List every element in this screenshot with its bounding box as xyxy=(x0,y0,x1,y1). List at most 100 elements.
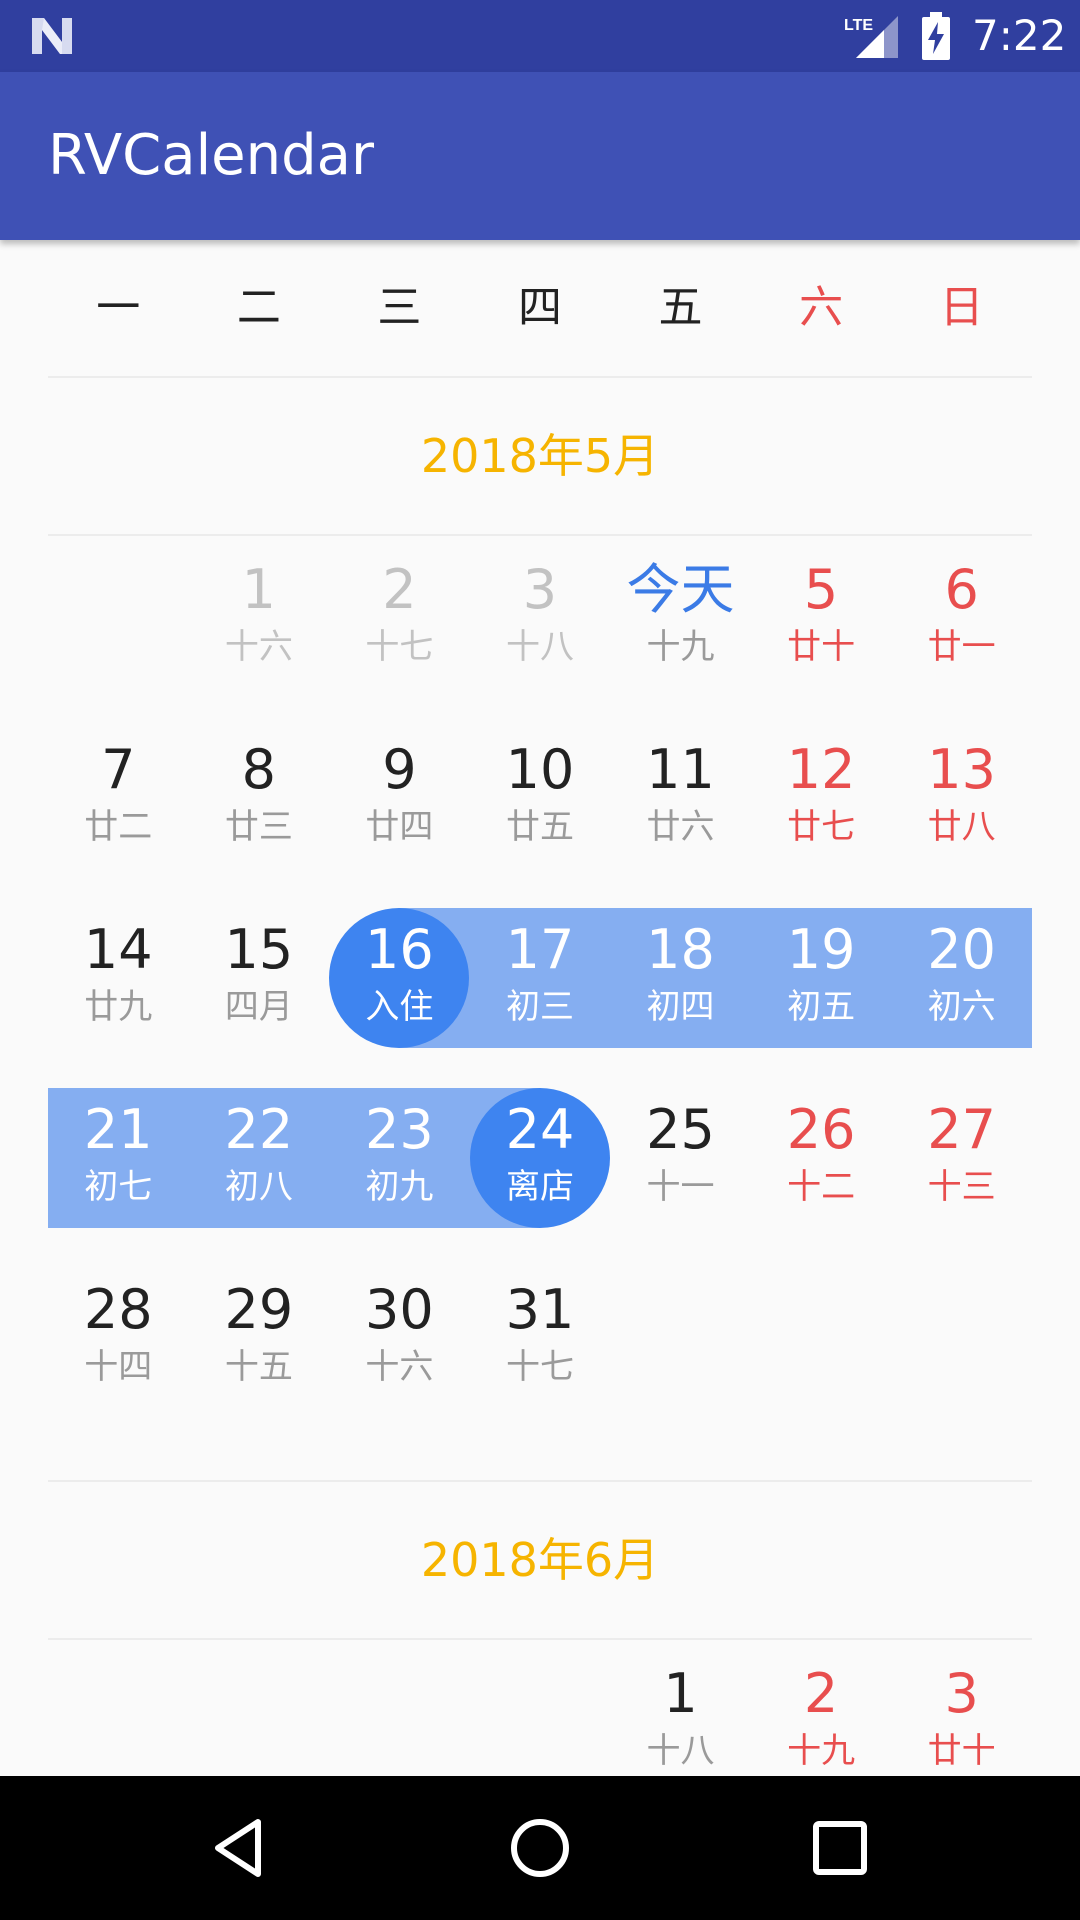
week-row: 28 十四 29 十五 30 十六 31 十七 xyxy=(48,1268,1032,1448)
battery-charging-icon xyxy=(922,12,950,60)
lunar-label: 廿十 xyxy=(787,627,856,667)
empty-cell xyxy=(470,1652,611,1792)
day-cell[interactable]: 9 廿四 xyxy=(329,728,470,868)
empty-cell xyxy=(891,1268,1032,1408)
day-cell[interactable]: 21 初七 xyxy=(48,1088,189,1228)
lunar-label: 十三 xyxy=(927,1167,996,1207)
day-cell[interactable]: 22 初八 xyxy=(189,1088,330,1228)
home-icon[interactable] xyxy=(504,1812,576,1884)
weekday-label: 五 xyxy=(658,282,703,333)
lunar-label: 十九 xyxy=(787,1731,856,1771)
empty-cell xyxy=(751,1268,892,1408)
month-header: 2018年6月 xyxy=(48,1482,1032,1640)
weekday-label: 一 xyxy=(96,282,141,333)
day-number: 10 xyxy=(505,738,575,801)
lunar-label: 廿八 xyxy=(927,807,996,847)
day-number: 22 xyxy=(224,1098,294,1161)
day-cell: 2 十七 xyxy=(329,548,470,688)
day-number: 31 xyxy=(505,1278,575,1341)
weekday-label: 三 xyxy=(377,282,422,333)
day-number: 20 xyxy=(927,918,997,981)
day-cell[interactable]: 11 廿六 xyxy=(610,728,751,868)
day-cell[interactable]: 8 廿三 xyxy=(189,728,330,868)
back-icon[interactable] xyxy=(204,1812,276,1884)
checkout-day-cell[interactable]: 24 离店 xyxy=(469,1088,611,1228)
day-number: 11 xyxy=(646,738,715,801)
day-number: 15 xyxy=(224,918,294,981)
lunar-label: 十八 xyxy=(646,1731,715,1771)
day-cell[interactable]: 2 十九 xyxy=(751,1652,892,1792)
calendar-list[interactable]: 2018年5月 1 十六 2 十七 3 十八 今天 十九 5 廿十 6 廿一 7 廿二 8 廿三 9 廿四 10 廿五 1… xyxy=(48,378,1032,1832)
lunar-label: 十二 xyxy=(787,1167,856,1207)
day-cell[interactable]: 20 初六 xyxy=(891,908,1032,1048)
lunar-label: 十六 xyxy=(224,627,293,667)
day-cell[interactable]: 13 廿八 xyxy=(891,728,1032,868)
lunar-label: 廿七 xyxy=(787,807,856,847)
lunar-label: 十八 xyxy=(505,627,574,667)
status-bar: LTE 7:22 xyxy=(0,0,1080,72)
day-number: 24 xyxy=(505,1098,575,1161)
day-number: 7 xyxy=(101,738,136,801)
day-cell[interactable]: 26 十二 xyxy=(751,1088,892,1228)
day-cell[interactable]: 31 十七 xyxy=(470,1268,611,1408)
day-cell[interactable]: 23 初九 xyxy=(329,1088,470,1228)
lunar-label: 初六 xyxy=(927,987,996,1027)
empty-cell xyxy=(610,1268,751,1408)
lunar-label: 廿二 xyxy=(84,807,153,847)
day-cell[interactable]: 25 十一 xyxy=(610,1088,751,1228)
navigation-bar xyxy=(0,1776,1080,1920)
day-cell[interactable]: 17 初三 xyxy=(470,908,611,1048)
day-cell[interactable]: 27 十三 xyxy=(891,1088,1032,1228)
lunar-label: 廿四 xyxy=(365,807,434,847)
lte-signal-icon: LTE xyxy=(844,16,898,58)
day-cell[interactable]: 6 廿一 xyxy=(891,548,1032,688)
empty-cell xyxy=(189,1652,330,1792)
day-cell[interactable]: 12 廿七 xyxy=(751,728,892,868)
day-cell[interactable]: 7 廿二 xyxy=(48,728,189,868)
lunar-label: 廿五 xyxy=(505,807,574,847)
day-cell[interactable]: 10 廿五 xyxy=(470,728,611,868)
lunar-label: 初八 xyxy=(224,1167,293,1207)
day-number: 9 xyxy=(382,738,417,801)
day-cell[interactable]: 15 四月 xyxy=(189,908,330,1048)
lunar-label: 廿九 xyxy=(84,987,153,1027)
day-number: 1 xyxy=(663,1662,698,1725)
day-number: 6 xyxy=(944,558,979,621)
day-cell: 3 十八 xyxy=(470,548,611,688)
weekday-label: 日 xyxy=(939,282,984,333)
weekday-label: 二 xyxy=(236,282,281,333)
day-number: 29 xyxy=(224,1278,294,1341)
day-cell[interactable]: 30 十六 xyxy=(329,1268,470,1408)
weekday-label: 四 xyxy=(517,282,562,333)
day-number: 25 xyxy=(646,1098,715,1161)
lunar-label: 入住 xyxy=(365,987,434,1027)
day-number: 今天 xyxy=(626,558,735,621)
day-cell[interactable]: 29 十五 xyxy=(189,1268,330,1408)
lunar-label: 离店 xyxy=(505,1167,574,1207)
day-cell[interactable]: 1 十八 xyxy=(610,1652,751,1792)
day-number: 27 xyxy=(927,1098,997,1161)
day-number: 8 xyxy=(241,738,277,801)
checkin-day-cell[interactable]: 16 入住 xyxy=(329,908,470,1048)
day-number: 28 xyxy=(83,1278,153,1341)
lunar-label: 四月 xyxy=(224,987,293,1027)
day-cell[interactable]: 5 廿十 xyxy=(751,548,892,688)
lunar-label: 十六 xyxy=(365,1347,434,1387)
recents-icon[interactable] xyxy=(804,1812,876,1884)
day-number: 23 xyxy=(365,1098,434,1161)
lunar-label: 初七 xyxy=(84,1167,153,1207)
empty-cell xyxy=(48,548,189,688)
day-cell[interactable]: 28 十四 xyxy=(48,1268,189,1408)
day-number: 2 xyxy=(382,558,417,621)
lunar-label: 初五 xyxy=(787,987,856,1027)
day-cell[interactable]: 18 初四 xyxy=(610,908,751,1048)
day-cell: 1 十六 xyxy=(189,548,330,688)
day-cell[interactable]: 3 廿十 xyxy=(891,1652,1032,1792)
day-number: 19 xyxy=(786,918,856,981)
app-bar: RVCalendar xyxy=(0,72,1080,240)
day-cell[interactable]: 14 廿九 xyxy=(48,908,189,1048)
day-number: 18 xyxy=(646,918,715,981)
day-number: 13 xyxy=(927,738,997,801)
day-cell[interactable]: 19 初五 xyxy=(751,908,892,1048)
today-cell[interactable]: 今天 十九 xyxy=(610,548,751,688)
